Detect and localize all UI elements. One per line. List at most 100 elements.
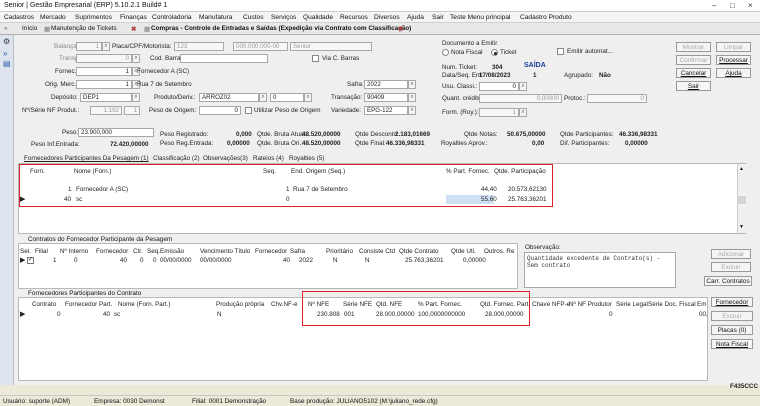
- menu-manufatura[interactable]: Manufatura: [199, 14, 232, 21]
- search-icon[interactable]: ⌕: [408, 80, 416, 89]
- search-icon[interactable]: ⌕: [259, 93, 267, 102]
- search-icon[interactable]: ⌕: [519, 108, 527, 117]
- fornecedor-button[interactable]: Fornecedor: [711, 297, 753, 307]
- maximize-icon[interactable]: □: [730, 1, 735, 10]
- nota-fiscal-button[interactable]: Nota Fiscal: [711, 339, 753, 349]
- menu-custos[interactable]: Custos: [243, 14, 264, 21]
- row-uti: 0,00000: [463, 257, 486, 264]
- deposito-field[interactable]: DEP1: [80, 93, 132, 102]
- search-icon[interactable]: ⌕: [132, 54, 140, 63]
- search-icon[interactable]: ⌕: [519, 82, 527, 91]
- scrollbar[interactable]: ▲ ▼: [737, 164, 746, 233]
- menu-teste[interactable]: Teste Menu principal: [450, 14, 510, 21]
- ajuda-button[interactable]: Ajuda: [716, 68, 751, 78]
- serie-field[interactable]: 1: [124, 106, 140, 115]
- close-tab-icon[interactable]: ✖: [398, 25, 403, 33]
- excluir-button[interactable]: Excluir: [711, 262, 751, 272]
- tabs-collapse-icon[interactable]: »: [4, 25, 8, 32]
- vendor-contracts-title: Fornecedores Participantes do Contrato: [28, 290, 142, 297]
- tab-manutencao-tickets[interactable]: Manutenção de Tickets: [51, 25, 117, 32]
- tab-observacoes[interactable]: Observações(3): [203, 155, 248, 162]
- quant-credito-field[interactable]: 0,00000: [479, 94, 562, 103]
- search-icon[interactable]: ⌕: [408, 106, 416, 115]
- sair-button[interactable]: Sair: [676, 81, 711, 91]
- carr-contratos-button[interactable]: Carr. Contratos: [704, 276, 752, 286]
- confirmar-button[interactable]: Confirmar: [676, 55, 711, 65]
- menu-servicos[interactable]: Serviços: [271, 14, 296, 21]
- adicionar-button[interactable]: Adicionar: [711, 249, 751, 259]
- row-em: 00,: [699, 311, 708, 318]
- menu-qualidade[interactable]: Qualidade: [303, 14, 333, 21]
- table-row[interactable]: 1 Fornecedor A (SC) 1 Rua 7 de Setembro …: [20, 185, 552, 195]
- minimize-icon[interactable]: –: [712, 1, 716, 10]
- limpar-button[interactable]: Limpar: [716, 42, 751, 52]
- protoc-field[interactable]: 0: [587, 94, 647, 103]
- form-roy-field[interactable]: 1: [479, 108, 519, 117]
- menu-cadastros[interactable]: Cadastros: [4, 14, 34, 21]
- menu-mercado[interactable]: Mercado: [40, 14, 66, 21]
- usu-classi-field[interactable]: 0: [479, 82, 519, 91]
- document-icon[interactable]: ▤: [3, 59, 11, 68]
- row-fornecedor: 40: [120, 257, 128, 264]
- scroll-up-icon[interactable]: ▲: [739, 166, 744, 172]
- observacao-textarea[interactable]: Quantidade excedente de Contrato(s) - Se…: [524, 252, 676, 288]
- menu-ajuda[interactable]: Ajuda: [407, 14, 424, 21]
- cod-barras-field[interactable]: [180, 54, 268, 63]
- close-icon[interactable]: ×: [748, 1, 753, 10]
- nota-fiscal-radio[interactable]: [442, 49, 449, 56]
- nf-field[interactable]: 1.192: [90, 106, 122, 115]
- search-icon[interactable]: ⌕: [408, 93, 416, 102]
- row-safra: 2022: [299, 257, 314, 264]
- peso-origem-field[interactable]: 0: [199, 106, 241, 115]
- mostrar-button[interactable]: Mostrar: [676, 42, 711, 52]
- peso-field[interactable]: 23.900,000: [78, 128, 154, 137]
- via-barras-checkbox[interactable]: [312, 55, 319, 62]
- menu-controladoria[interactable]: Controladoria: [152, 14, 192, 21]
- table-row[interactable]: ▶ ✓ 1 0 40 0 0 00/00/0000 00/00/0000 40 …: [19, 256, 517, 266]
- produto-field[interactable]: ARROZ02: [199, 93, 259, 102]
- menu-diversos[interactable]: Diversos: [374, 14, 400, 21]
- emitir-automatico-checkbox[interactable]: [557, 48, 564, 55]
- row-consiste: N: [365, 257, 370, 264]
- variedade-field[interactable]: EPG-122: [364, 106, 408, 115]
- orig-field[interactable]: 1: [76, 80, 132, 89]
- cpf-field[interactable]: 000.000.000-00: [233, 42, 288, 51]
- scroll-thumb[interactable]: [738, 196, 746, 204]
- motorista-field[interactable]: Senior: [290, 42, 372, 51]
- tab-inicio[interactable]: Início: [22, 25, 37, 32]
- menu-sair[interactable]: Sair: [432, 14, 444, 21]
- tab-classificacao[interactable]: Classificação (2): [153, 155, 200, 162]
- transacao-field[interactable]: 90409: [364, 93, 408, 102]
- ticket-radio[interactable]: [491, 49, 498, 56]
- chevron-right-icon[interactable]: »: [3, 49, 7, 58]
- balanca-field[interactable]: 1: [76, 42, 102, 51]
- search-icon[interactable]: ⌕: [304, 93, 312, 102]
- transp-field[interactable]: 0: [76, 54, 132, 63]
- menu-cadastro-produto[interactable]: Cadastro Produto: [520, 14, 572, 21]
- cancelar-button[interactable]: Cancelar: [676, 68, 711, 78]
- deriv-field[interactable]: 0: [270, 93, 304, 102]
- utilizar-peso-checkbox[interactable]: [245, 107, 252, 114]
- placas-button[interactable]: Placas (0): [711, 325, 753, 335]
- tab-royalties[interactable]: Royalties (5): [289, 155, 324, 162]
- table-row[interactable]: ▶ 40 sc 0 55,60 25.763,36201: [20, 195, 552, 205]
- menu-financas[interactable]: Finanças: [120, 14, 147, 21]
- fornec-field[interactable]: 1: [76, 67, 132, 76]
- tab-compras[interactable]: Compras - Controle de Entradas e Saídas …: [151, 25, 411, 32]
- row-end: Rua 7 de Setembro: [293, 186, 348, 193]
- search-icon[interactable]: ⌕: [132, 93, 140, 102]
- placa-field[interactable]: 123: [174, 42, 224, 51]
- excluir-vendor-button[interactable]: Excluir: [711, 311, 753, 321]
- menu-recursos[interactable]: Recursos: [340, 14, 368, 21]
- select-checkbox[interactable]: ✓: [27, 257, 34, 264]
- scroll-down-icon[interactable]: ▼: [739, 224, 744, 230]
- processar-button[interactable]: Processar: [716, 55, 751, 65]
- table-row[interactable]: ▶ 0 40 sc N 230.808 001 28.000,00000 100…: [19, 310, 708, 320]
- tools-icon[interactable]: ⚙: [3, 37, 10, 46]
- safra-field[interactable]: 2022: [364, 80, 408, 89]
- close-tab-icon[interactable]: ✖: [131, 25, 136, 33]
- tab-rateios[interactable]: Rateios (4): [253, 155, 284, 162]
- tab-fornecedores-participantes[interactable]: Fornecedores Participantes Da Pesagem (1…: [24, 155, 149, 162]
- menu-suprimentos[interactable]: Suprimentos: [75, 14, 112, 21]
- search-icon[interactable]: ⌕: [102, 42, 110, 51]
